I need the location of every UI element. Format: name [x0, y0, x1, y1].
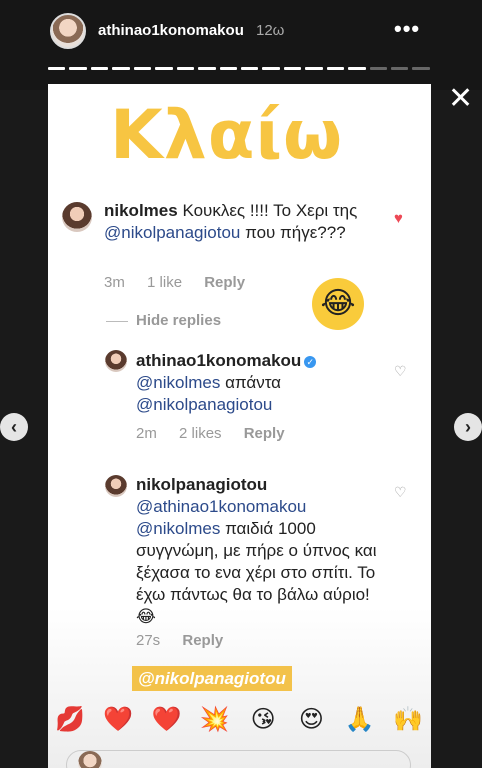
close-icon[interactable]: ✕ — [448, 84, 473, 114]
chevron-left-icon[interactable]: ‹ — [0, 413, 28, 441]
comment-avatar[interactable] — [62, 202, 92, 232]
reply-username[interactable]: nikolpanagiotou — [136, 475, 267, 494]
heart-icon[interactable]: ❤️ — [151, 704, 183, 736]
story-headline: Κλαίω — [110, 96, 344, 175]
reply-mention[interactable]: @nikolpanagiotou — [136, 395, 272, 414]
reply-button[interactable]: Reply — [244, 425, 285, 442]
comment-body-end: που πήγε??? — [240, 223, 346, 242]
verified-badge-icon: ✓ — [304, 355, 317, 368]
heart-filled-icon[interactable]: ♥ — [394, 210, 403, 227]
progress-segment — [240, 67, 259, 70]
reply-button[interactable]: Reply — [182, 632, 223, 649]
comment-mention[interactable]: @nikolpanagiotou — [104, 223, 240, 242]
reply-avatar[interactable] — [105, 350, 127, 372]
reply-avatar[interactable] — [105, 475, 127, 497]
quick-reactions: 💋 ❤️ ❤️ 💥 😘 😍 🙏 🙌 — [54, 704, 424, 736]
progress-segment — [155, 67, 173, 70]
hide-replies-button[interactable]: Hide replies — [106, 312, 221, 329]
comment-body: Κουκλες !!!! Το Χερι της — [182, 201, 358, 220]
more-options-icon[interactable]: ••• — [394, 16, 420, 42]
heart-eyes-icon[interactable]: 😍 — [295, 704, 327, 736]
progress-segment — [69, 67, 87, 70]
heart-outline-icon[interactable]: ♡ — [394, 363, 407, 380]
collision-icon[interactable]: 💥 — [199, 704, 231, 736]
comment-time: 3m — [104, 274, 125, 291]
progress-segment — [219, 67, 237, 70]
progress-segment — [348, 67, 366, 70]
progress-segment — [133, 67, 152, 70]
reply-text: nikolpanagiotou @athinao1konomakou @niko… — [136, 474, 386, 628]
chevron-right-icon[interactable]: › — [454, 413, 482, 441]
story-progress-bar — [48, 67, 430, 71]
reply-likes[interactable]: 2 likes — [179, 425, 222, 442]
reply-mention[interactable]: @nikolmes — [136, 373, 220, 392]
folded-hands-icon[interactable]: 🙏 — [344, 704, 376, 736]
progress-segment — [369, 67, 387, 70]
story-content: Κλαίω nikolmes Κουκλες !!!! Το Χερι της … — [48, 84, 431, 768]
kissing-face-icon[interactable]: 😘 — [247, 704, 279, 736]
comment-likes[interactable]: 1 like — [147, 274, 182, 291]
reply-username[interactable]: athinao1konomakou — [136, 351, 301, 370]
kiss-mark-icon[interactable]: 💋 — [54, 704, 86, 736]
avatar — [78, 751, 102, 768]
raised-hands-icon[interactable]: 🙌 — [392, 704, 424, 736]
progress-segment — [176, 67, 195, 70]
progress-segment — [283, 67, 302, 70]
comment-username[interactable]: nikolmes — [104, 201, 178, 220]
mention-sticker[interactable]: @nikolpanagiotou — [132, 666, 292, 691]
reply-body: απάντα — [220, 373, 282, 392]
comment-meta: 3m 1 like Reply — [104, 274, 263, 291]
send-message-input[interactable] — [66, 750, 411, 768]
reply-button[interactable]: Reply — [204, 274, 245, 291]
progress-segment — [48, 67, 66, 70]
progress-segment — [198, 67, 216, 70]
avatar[interactable] — [50, 13, 86, 49]
story-header: athinao1konomakou 12ω ••• — [0, 0, 482, 90]
progress-segment — [326, 67, 345, 70]
reply-meta: 2m 2 likes Reply — [136, 425, 303, 442]
reply-mention[interactable]: @nikolmes — [136, 519, 220, 538]
reply-time: 2m — [136, 425, 157, 442]
story-username[interactable]: athinao1konomakou — [98, 22, 244, 39]
heart-icon[interactable]: ❤️ — [102, 704, 134, 736]
progress-segment — [412, 67, 430, 70]
reply-text: athinao1konomakou ✓ @nikolmes απάντα @nik… — [136, 350, 376, 416]
progress-segment — [305, 67, 323, 70]
heart-outline-icon[interactable]: ♡ — [394, 484, 407, 501]
reply-mention[interactable]: @athinao1konomakou — [136, 497, 306, 516]
comment-text: nikolmes Κουκλες !!!! Το Χερι της @nikol… — [104, 200, 384, 244]
progress-segment — [262, 67, 280, 70]
progress-segment — [112, 67, 130, 70]
progress-segment — [90, 67, 109, 70]
laughing-emoji-sticker: 😂 — [312, 278, 364, 330]
reply-time: 27s — [136, 632, 161, 649]
reply-meta: 27s Reply — [136, 632, 241, 649]
progress-segment — [391, 67, 409, 70]
story-timestamp: 12ω — [256, 22, 285, 39]
